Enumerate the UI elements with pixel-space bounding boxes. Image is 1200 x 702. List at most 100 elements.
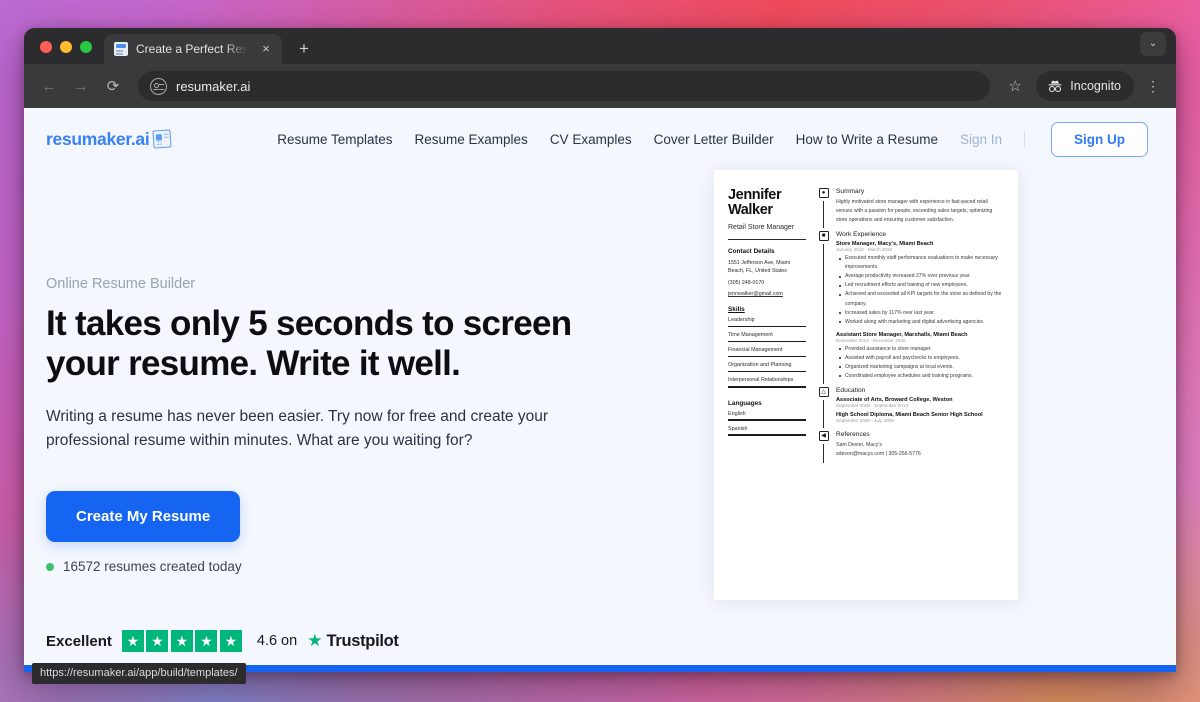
resumes-created-counter: 16572 resumes created today [46, 559, 686, 574]
sign-in-link[interactable]: Sign In [960, 132, 1002, 147]
divider [728, 238, 806, 240]
language-item: English [728, 411, 806, 421]
bullet: Assisted with payroll and paychecks to e… [839, 354, 1004, 363]
trustpilot-logo: ★ Trustpilot [307, 631, 399, 651]
maximize-window-button[interactable] [80, 41, 92, 53]
sign-up-button[interactable]: Sign Up [1051, 121, 1148, 157]
browser-tab[interactable]: Create a Perfect Resume | Fre × [104, 34, 282, 64]
rail-line [823, 244, 824, 384]
bookmark-star-icon[interactable]: ☆ [1000, 77, 1030, 95]
star-icon: ★ [146, 630, 169, 653]
trust-score: 4.6 on [256, 633, 298, 650]
resume-preview-card[interactable]: Jennifer Walker Retail Store Manager Con… [714, 170, 1018, 600]
job-bullets: Executed monthly staff performance evalu… [839, 254, 1004, 327]
bullet: Provided assistance to store manager. [839, 345, 1004, 354]
bullet: Coordinated employee schedules and train… [839, 372, 1004, 381]
summary-heading: Summary [836, 188, 865, 195]
resume-document-icon [152, 129, 173, 149]
skill-bar [728, 385, 806, 388]
person-badge-icon: ● [818, 188, 829, 198]
minimize-window-button[interactable] [60, 41, 72, 53]
nav-links: Resume Templates Resume Examples CV Exam… [277, 121, 1148, 157]
contact-details-heading: Contact Details [728, 247, 775, 255]
close-icon[interactable]: × [258, 41, 274, 57]
nav-item-cover-letter-builder[interactable]: Cover Letter Builder [654, 132, 774, 147]
megaphone-icon: ◀ [818, 430, 829, 441]
resume-role: Retail Store Manager [728, 223, 795, 231]
resume-name: Jennifer Walker [728, 187, 782, 219]
skill-item: Leadership [728, 317, 806, 328]
chevron-down-icon[interactable]: ⌄ [1140, 32, 1166, 56]
experience-body: Work Experience Store Manager, Macy's, M… [836, 231, 1004, 387]
education-entry: High School Diploma, Miami Beach Senior … [836, 412, 1004, 423]
hero-subcopy: Writing a resume has never been easier. … [46, 408, 548, 450]
browser-window: Create a Perfect Resume | Fre × + ⌄ ← → … [24, 28, 1176, 672]
reload-button[interactable]: ⟳ [98, 71, 128, 101]
skill-label: Leadership [728, 317, 755, 324]
trustpilot-stars: ★ ★ ★ ★ ★ [121, 630, 242, 653]
briefcase-icon: ■ [818, 231, 829, 242]
site-logo[interactable]: resumaker.ai [46, 129, 173, 150]
bullet: Average productivity increased 27% over … [839, 272, 1004, 281]
education-dates: September 2005 - July 2009 [836, 417, 894, 423]
job-dates: January 2016 - March 2020 [836, 247, 893, 253]
bullet: Increased sales by 117% over last year. [839, 309, 1004, 318]
new-tab-button[interactable]: + [290, 35, 318, 63]
bullet: Executed monthly staff performance evalu… [839, 254, 1004, 272]
experience-entry: Store Manager, Macy's, Miami Beach Janua… [836, 241, 1004, 327]
url-text: resumaker.ai [176, 78, 251, 94]
nav-item-cv-examples[interactable]: CV Examples [550, 132, 632, 147]
rail-line [823, 399, 824, 428]
references-heading: References [836, 430, 870, 438]
close-window-button[interactable] [40, 41, 52, 53]
language-label: Spanish [728, 425, 748, 432]
forward-button[interactable]: → [66, 71, 96, 101]
rail-line [823, 201, 824, 229]
page-settings-icon[interactable] [150, 77, 167, 95]
counter-label: 16572 resumes created today [63, 559, 242, 575]
section-rail: ● [818, 188, 829, 231]
nav-item-resume-examples[interactable]: Resume Examples [415, 132, 528, 147]
address-bar[interactable]: resumaker.ai [138, 71, 991, 101]
site-navigation: resumaker.ai Resume Templates Resume Exa… [24, 108, 1176, 170]
trustpilot-name: Trustpilot [326, 631, 399, 650]
job-bullets: Provided assistance to store manager. As… [839, 345, 1004, 381]
resume-right-column: ● Summary Highly motivated store manager… [814, 188, 1004, 590]
skill-label: Interpersonal Relationships [728, 377, 794, 384]
languages-heading: Languages [728, 399, 762, 407]
resume-section-education: △ Education Associate of Arts, Broward C… [818, 386, 1004, 431]
contact-phone: (305) 248-0170 [728, 279, 765, 286]
skill-item: Financial Management [728, 347, 806, 358]
star-icon: ★ [121, 630, 144, 653]
rail-line [823, 443, 824, 463]
nav-item-resume-templates[interactable]: Resume Templates [277, 132, 392, 147]
back-button[interactable]: ← [34, 71, 64, 101]
language-label: English [728, 410, 746, 417]
section-rail: ■ [818, 231, 829, 387]
skill-bar [728, 325, 806, 328]
skill-item: Interpersonal Relationships [728, 377, 806, 388]
status-bar-url: https://resumaker.ai/app/build/templates… [32, 663, 246, 684]
education-body: Education Associate of Arts, Broward Col… [836, 387, 1004, 431]
graduation-cap-icon: △ [818, 386, 829, 397]
education-heading: Education [836, 386, 866, 394]
hero-copy: Online Resume Builder It takes only 5 se… [46, 170, 686, 653]
page-title: It takes only 5 seconds to screen your r… [46, 304, 572, 383]
tab-title: Create a Perfect Resume | Fre [136, 42, 250, 56]
skills-heading: Skills [728, 306, 745, 314]
summary-body: Summary Highly motivated store manager w… [836, 188, 1004, 231]
incognito-indicator[interactable]: Incognito [1036, 71, 1134, 101]
contact-email: jennwalker@gmail.com [728, 291, 783, 298]
nav-item-how-to-write-a-resume[interactable]: How to Write a Resume [796, 132, 938, 147]
browser-menu-icon[interactable]: ⋮ [1140, 78, 1166, 95]
summary-text: Highly motivated store manager with expe… [836, 199, 993, 224]
contact-address-line-2: Beach, FL, United States [728, 268, 787, 275]
star-icon: ★ [195, 630, 218, 653]
reference-name: Sam Devon, Macy's [836, 441, 882, 448]
references-body: References Sam Devon, Macy's sdevon@macy… [836, 431, 1004, 466]
skill-label: Time Management [728, 332, 773, 339]
create-my-resume-button[interactable]: Create My Resume [46, 491, 241, 543]
skill-item: Organization and Planning [728, 362, 806, 373]
trustpilot-rating[interactable]: Excellent ★ ★ ★ ★ ★ 4.6 on ★ Trustpilot [46, 630, 686, 653]
